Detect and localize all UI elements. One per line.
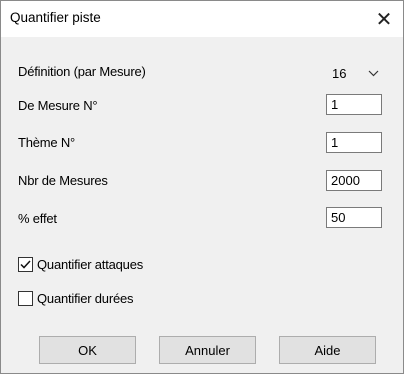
- quantifier-durees-label[interactable]: Quantifier durées: [37, 291, 134, 306]
- quantifier-attaques-checkbox[interactable]: [18, 257, 33, 272]
- nbr-mesures-label: Nbr de Mesures: [18, 173, 108, 188]
- definition-select[interactable]: 16: [326, 62, 383, 85]
- de-mesure-label: De Mesure N°: [18, 98, 98, 113]
- effet-label: % effet: [18, 211, 57, 226]
- chevron-down-icon: [368, 70, 379, 77]
- quantifier-attaques-label[interactable]: Quantifier attaques: [37, 257, 143, 272]
- checkmark-icon: [20, 260, 31, 269]
- quantize-dialog: Quantifier piste ✕ Définition (par Mesur…: [0, 0, 404, 374]
- de-mesure-input[interactable]: 1: [326, 94, 382, 115]
- title-bar: Quantifier piste ✕: [1, 1, 403, 37]
- effet-input[interactable]: 50: [326, 207, 382, 228]
- definition-label: Définition (par Mesure): [18, 64, 146, 79]
- help-button[interactable]: Aide: [279, 336, 376, 364]
- quantifier-durees-checkbox[interactable]: [18, 291, 33, 306]
- close-icon[interactable]: ✕: [365, 1, 403, 37]
- nbr-mesures-input[interactable]: 2000: [326, 170, 382, 191]
- cancel-button[interactable]: Annuler: [159, 336, 256, 364]
- window-title: Quantifier piste: [10, 10, 101, 25]
- theme-label: Thème N°: [18, 135, 76, 150]
- definition-value: 16: [332, 66, 347, 81]
- theme-input[interactable]: 1: [326, 132, 382, 153]
- ok-button[interactable]: OK: [39, 336, 136, 364]
